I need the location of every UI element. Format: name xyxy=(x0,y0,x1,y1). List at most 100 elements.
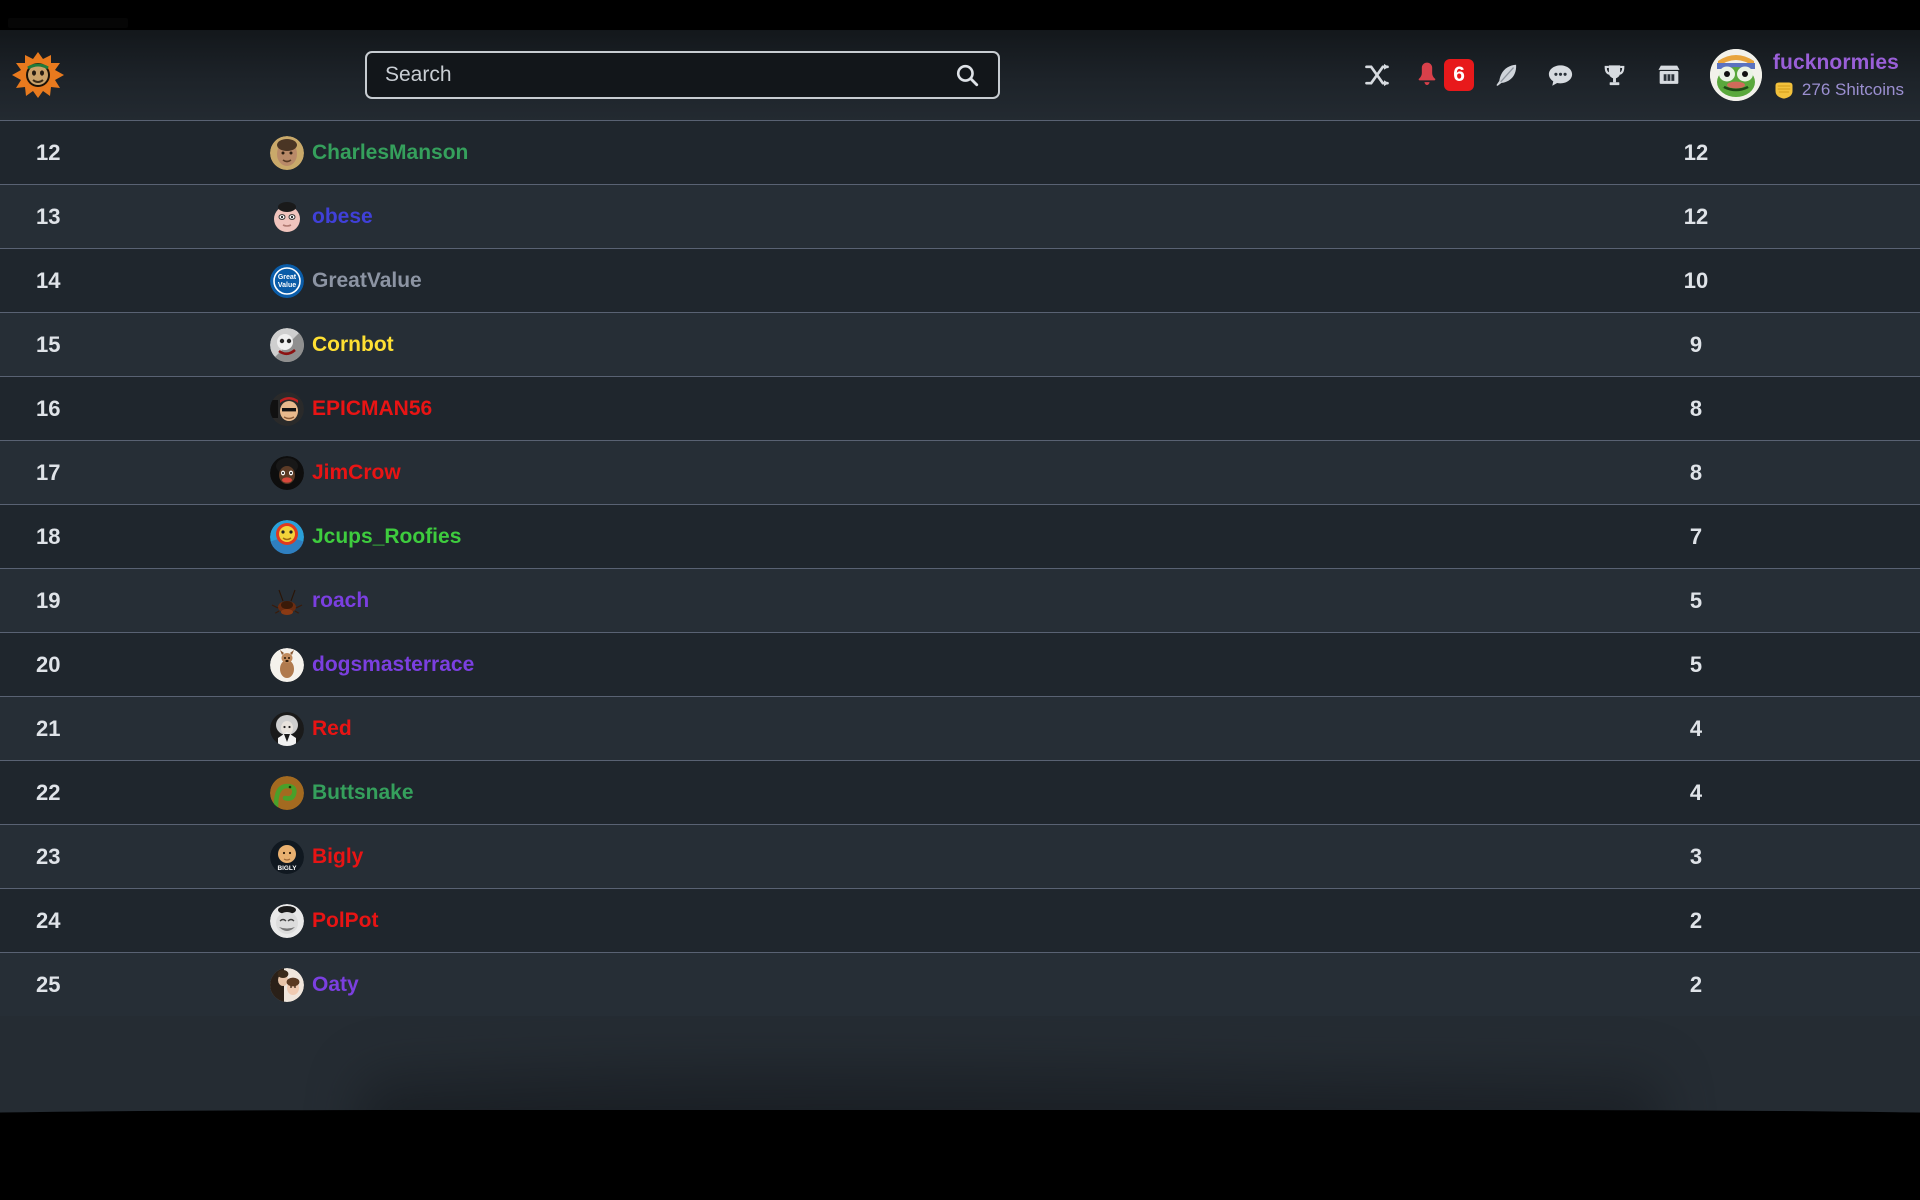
post-button[interactable] xyxy=(1480,49,1534,101)
table-row[interactable]: 23 BIGLY Bigly 3 xyxy=(0,824,1920,888)
coin-icon xyxy=(1775,82,1793,99)
username-link[interactable]: JimCrow xyxy=(312,461,401,485)
search-input[interactable] xyxy=(385,63,950,87)
rank-cell: 20 xyxy=(36,651,61,677)
user-cell: PolPot xyxy=(270,903,1486,938)
rank-cell: 22 xyxy=(36,779,61,805)
search-submit-button[interactable] xyxy=(950,58,984,92)
rank-cell: 25 xyxy=(36,971,61,997)
below-table-area xyxy=(0,1016,1920,1116)
search-bar[interactable] xyxy=(365,51,1000,99)
red-avatar-icon[interactable] xyxy=(270,711,304,746)
user-menu[interactable]: fucknormies 276 Shitcoins xyxy=(1709,49,1904,101)
greatvalue-avatar-icon[interactable]: Great Value xyxy=(270,263,304,298)
score-cell: 5 xyxy=(1689,587,1703,613)
trophy-icon xyxy=(1605,64,1625,85)
username-link[interactable]: Red xyxy=(312,717,352,741)
user-cell: Oaty xyxy=(270,967,1486,1002)
obese-avatar-icon[interactable] xyxy=(270,200,304,234)
table-row[interactable]: 20 dogsmasterrace 5 xyxy=(0,632,1920,696)
rank-cell: 14 xyxy=(36,267,61,293)
bottom-black-strip xyxy=(0,1116,1920,1200)
user-info: fucknormies 276 Shitcoins xyxy=(1773,50,1904,101)
username-link[interactable]: Bigly xyxy=(312,845,363,869)
score-cell: 8 xyxy=(1689,395,1703,421)
score-cell: 2 xyxy=(1689,971,1703,997)
table-row[interactable]: 22 Buttsnake 4 xyxy=(0,760,1920,824)
score-cell: 12 xyxy=(1683,139,1709,165)
user-cell: Jcups_Roofies xyxy=(270,519,1486,554)
score-cell: 4 xyxy=(1689,715,1703,741)
user-cell: obese xyxy=(270,200,1486,234)
rank-cell: 18 xyxy=(36,523,61,549)
polpot-avatar-icon[interactable] xyxy=(270,903,304,938)
rank-cell: 21 xyxy=(36,715,61,741)
user-cell: EPICMAN56 xyxy=(270,391,1486,426)
rank-cell: 23 xyxy=(36,843,61,869)
table-row[interactable]: 14 Great Value GreatValue 10 xyxy=(0,248,1920,312)
table-row[interactable]: 24 PolPot 2 xyxy=(0,888,1920,952)
table-row[interactable]: 16 EPICMAN56 8 xyxy=(0,376,1920,440)
score-cell: 7 xyxy=(1689,523,1703,549)
site-logo-icon[interactable] xyxy=(8,49,68,101)
table-row[interactable]: 13 obese 12 xyxy=(0,184,1920,248)
roach-avatar-icon[interactable] xyxy=(270,584,304,618)
store-button[interactable] xyxy=(1642,49,1696,101)
epicman56-avatar-icon[interactable] xyxy=(270,391,304,426)
table-row[interactable]: 17 JimCrow 8 xyxy=(0,440,1920,504)
feather-icon xyxy=(1496,64,1517,86)
bigly-avatar-icon[interactable]: BIGLY xyxy=(270,839,304,874)
username-link[interactable]: CharlesManson xyxy=(312,141,468,165)
username-link[interactable]: EPICMAN56 xyxy=(312,397,432,421)
user-avatar[interactable] xyxy=(1709,49,1762,101)
chat-button[interactable] xyxy=(1534,49,1588,101)
cornbot-avatar-icon[interactable] xyxy=(270,327,304,362)
store-icon xyxy=(1658,65,1680,84)
svg-text:Great: Great xyxy=(278,274,297,281)
rank-cell: 17 xyxy=(36,459,61,485)
score-cell: 9 xyxy=(1689,331,1703,357)
username-link[interactable]: Jcups_Roofies xyxy=(312,525,461,549)
table-row[interactable]: 12 CharlesManson 12 xyxy=(0,120,1920,184)
user-cell: JimCrow xyxy=(270,455,1486,490)
charlesmanson-avatar-icon[interactable] xyxy=(270,135,304,170)
search-icon xyxy=(956,64,979,87)
table-row[interactable]: 18 Jcups_Roofies 7 xyxy=(0,504,1920,568)
search-box[interactable] xyxy=(365,51,1000,99)
chat-icon xyxy=(1549,64,1573,86)
site-header: 6 xyxy=(0,30,1920,120)
user-cell: roach xyxy=(270,584,1486,618)
rank-cell: 12 xyxy=(36,139,61,165)
username-link[interactable]: PolPot xyxy=(312,909,379,933)
shuffle-button[interactable] xyxy=(1350,49,1404,101)
pepe-avatar-icon xyxy=(1709,49,1762,101)
username-link[interactable]: dogsmasterrace xyxy=(312,653,474,677)
username-link[interactable]: GreatValue xyxy=(312,269,422,293)
user-cell: Cornbot xyxy=(270,327,1486,362)
user-cell: Great Value GreatValue xyxy=(270,263,1486,298)
username-link[interactable]: Oaty xyxy=(312,973,359,997)
jcupsroofies-avatar-icon[interactable] xyxy=(270,519,304,554)
buttsnake-avatar-icon[interactable] xyxy=(270,775,304,810)
bell-icon xyxy=(1418,62,1436,86)
leaderboard-button[interactable] xyxy=(1588,49,1642,101)
table-row[interactable]: 21 Red 4 xyxy=(0,696,1920,760)
rank-cell: 15 xyxy=(36,331,61,357)
username-link[interactable]: obese xyxy=(312,205,373,229)
coin-amount: 276 Shitcoins xyxy=(1801,80,1904,99)
rank-cell: 24 xyxy=(36,907,61,933)
notifications-button[interactable]: 6 xyxy=(1404,59,1480,91)
username-link[interactable]: Cornbot xyxy=(312,333,394,357)
jimcrow-avatar-icon[interactable] xyxy=(270,455,304,490)
rank-cell: 16 xyxy=(36,395,61,421)
rank-cell: 19 xyxy=(36,587,61,613)
oaty-avatar-icon[interactable] xyxy=(270,967,304,1002)
table-row[interactable]: 15 Cornbot 9 xyxy=(0,312,1920,376)
table-row[interactable]: 19 roach 5 xyxy=(0,568,1920,632)
username-link[interactable]: Buttsnake xyxy=(312,781,414,805)
user-cell: dogsmasterrace xyxy=(270,647,1486,682)
user-name[interactable]: fucknormies xyxy=(1773,51,1899,74)
username-link[interactable]: roach xyxy=(312,589,369,613)
dogsmasterrace-avatar-icon[interactable] xyxy=(270,647,304,682)
table-row[interactable]: 25 Oaty 2 xyxy=(0,952,1920,1016)
